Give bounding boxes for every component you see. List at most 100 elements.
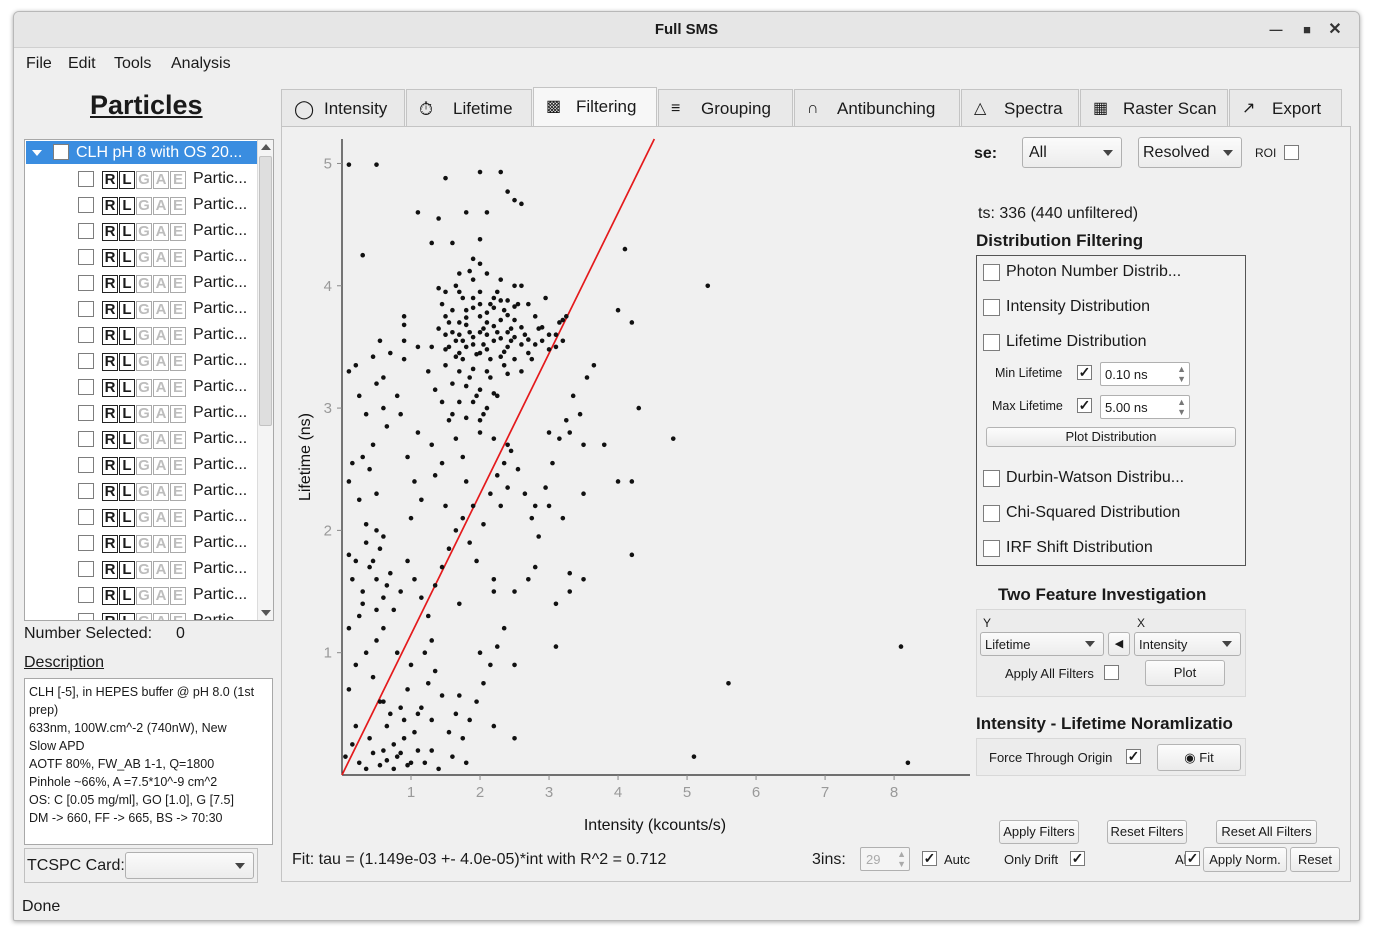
irf-shift-row[interactable]: IRF Shift Distribution: [977, 532, 1245, 567]
irf-shift-checkbox[interactable]: [983, 540, 1000, 557]
particle-row[interactable]: RLGAE Partic...: [25, 245, 257, 271]
apply-all-filters-checkbox[interactable]: [1104, 665, 1119, 680]
scroll-down-icon[interactable]: [261, 610, 271, 616]
lifetime-dist-checkbox[interactable]: [983, 334, 1000, 351]
apply-filters-button[interactable]: Apply Filters: [999, 820, 1079, 844]
plot-distribution-button[interactable]: Plot Distribution: [986, 427, 1236, 447]
lifetime-dist-row[interactable]: Lifetime Distribution Min Lifetime ✓ 0.1…: [977, 326, 1245, 463]
particle-row[interactable]: RLGAE Partic...: [25, 531, 257, 557]
durbin-watson-checkbox[interactable]: [983, 470, 1000, 487]
description-box[interactable]: CLH [-5], in HEPES buffer @ pH 8.0 (1st …: [24, 678, 273, 845]
roi-checkbox[interactable]: [1284, 145, 1299, 160]
maximize-icon[interactable]: ■: [1295, 12, 1319, 48]
spin-up-icon[interactable]: ▲: [1177, 364, 1186, 374]
particle-checkbox[interactable]: [78, 197, 94, 213]
menu-file[interactable]: File: [26, 55, 52, 73]
tree-root-item[interactable]: CLH pH 8 with OS 20...: [26, 141, 257, 164]
particle-checkbox[interactable]: [78, 483, 94, 499]
min-lifetime-spin[interactable]: 0.10 ns ▲ ▼: [1100, 362, 1190, 386]
tab-antibunching[interactable]: ∩ Antibunching: [794, 89, 960, 127]
particle-checkbox[interactable]: [78, 613, 94, 620]
particle-row[interactable]: RLGAE Partic...: [25, 349, 257, 375]
menu-tools[interactable]: Tools: [114, 55, 151, 73]
particle-row[interactable]: RLGAE Partic...: [25, 401, 257, 427]
menu-analysis[interactable]: Analysis: [171, 55, 231, 73]
particle-row[interactable]: RLGAE Partic...: [25, 557, 257, 583]
only-drift-checkbox[interactable]: ✓: [1070, 851, 1085, 866]
particle-row[interactable]: RLGAE Partic...: [25, 453, 257, 479]
auto-bins-checkbox[interactable]: ✓: [922, 851, 937, 866]
root-checkbox[interactable]: [53, 144, 69, 160]
fit-button[interactable]: ◉ Fit: [1157, 744, 1241, 771]
tab-export[interactable]: ↗ Export: [1229, 89, 1342, 127]
use-combo[interactable]: All: [1022, 137, 1122, 168]
mode-combo[interactable]: Resolved: [1138, 137, 1242, 168]
y-feature-combo[interactable]: Lifetime: [980, 632, 1104, 656]
particle-row[interactable]: RLGAE Partic...: [25, 297, 257, 323]
particle-checkbox[interactable]: [78, 353, 94, 369]
max-lifetime-spin[interactable]: 5.00 ns ▲ ▼: [1100, 395, 1190, 419]
particle-checkbox[interactable]: [78, 509, 94, 525]
particle-row[interactable]: RLGAE Partic...: [25, 375, 257, 401]
photon-number-checkbox[interactable]: [983, 264, 1000, 281]
force-origin-checkbox[interactable]: ✓: [1126, 749, 1141, 764]
tab-grouping[interactable]: ≡ Grouping: [658, 89, 793, 127]
particle-checkbox[interactable]: [78, 275, 94, 291]
tab-lifetime[interactable]: ⏱ Lifetime: [406, 89, 532, 127]
particle-checkbox[interactable]: [78, 561, 94, 577]
tab-intensity[interactable]: ◯ Intensity: [281, 89, 405, 127]
minimize-icon[interactable]: —: [1264, 12, 1288, 48]
two-feature-plot-button[interactable]: Plot: [1145, 660, 1225, 686]
particle-row[interactable]: RLGAE Partic...: [25, 167, 257, 193]
spin-up-icon[interactable]: ▲: [1177, 397, 1186, 407]
particle-checkbox[interactable]: [78, 171, 94, 187]
close-icon[interactable]: ✕: [1323, 12, 1347, 48]
all-checkbox[interactable]: ✓: [1185, 851, 1200, 866]
particle-checkbox[interactable]: [78, 405, 94, 421]
particle-checkbox[interactable]: [78, 223, 94, 239]
expand-arrow-icon[interactable]: [32, 150, 42, 156]
scatter-plot[interactable]: 1 2 3 4 5 6 7 8 1 2 3 4 5 Intensity (kcounts/s) Lif…: [282, 127, 972, 837]
min-lifetime-checkbox[interactable]: ✓: [1077, 365, 1092, 380]
particle-row[interactable]: RLGAE Partic...: [25, 323, 257, 349]
spin-down-icon[interactable]: ▼: [1177, 374, 1186, 384]
particle-row[interactable]: RLGAE Partic...: [25, 219, 257, 245]
spin-down-icon[interactable]: ▼: [897, 859, 906, 869]
particle-checkbox[interactable]: [78, 431, 94, 447]
particle-row[interactable]: RLGAE Partic...: [25, 193, 257, 219]
bins-spin[interactable]: 29 ▲ ▼: [860, 847, 910, 871]
particle-row[interactable]: RLGAE Partic...: [25, 609, 257, 620]
reset-button[interactable]: Reset: [1290, 847, 1340, 872]
particle-checkbox[interactable]: [78, 587, 94, 603]
durbin-watson-row[interactable]: Durbin-Watson Distribu...: [977, 462, 1245, 497]
intensity-dist-row[interactable]: Intensity Distribution: [977, 291, 1245, 326]
x-feature-combo[interactable]: Intensity: [1134, 632, 1241, 656]
reset-all-filters-button[interactable]: Reset All Filters: [1216, 820, 1317, 844]
max-lifetime-checkbox[interactable]: ✓: [1077, 398, 1092, 413]
scroll-thumb[interactable]: [259, 156, 272, 426]
tree-scrollbar[interactable]: [257, 140, 273, 620]
particle-checkbox[interactable]: [78, 535, 94, 551]
particle-row[interactable]: RLGAE Partic...: [25, 427, 257, 453]
spin-up-icon[interactable]: ▲: [897, 849, 906, 859]
chi-squared-checkbox[interactable]: [983, 505, 1000, 522]
particle-tree[interactable]: CLH pH 8 with OS 20... R L G A E Partic... R L G…: [24, 139, 274, 621]
tab-raster-scan[interactable]: ▦ Raster Scan: [1080, 89, 1228, 127]
apply-norm-button[interactable]: Apply Norm.: [1203, 847, 1287, 872]
particle-checkbox[interactable]: [78, 327, 94, 343]
menu-edit[interactable]: Edit: [68, 55, 96, 73]
chi-squared-row[interactable]: Chi-Squared Distribution: [977, 497, 1245, 532]
particle-row[interactable]: RLGAE Partic...: [25, 479, 257, 505]
particle-row[interactable]: RLGAE Partic...: [25, 505, 257, 531]
intensity-dist-checkbox[interactable]: [983, 299, 1000, 316]
particle-checkbox[interactable]: [78, 249, 94, 265]
reset-filters-button[interactable]: Reset Filters: [1107, 820, 1187, 844]
scroll-up-icon[interactable]: [261, 144, 271, 150]
tab-filtering[interactable]: ▩ Filtering: [533, 87, 657, 128]
particle-row[interactable]: RLGAE Partic...: [25, 583, 257, 609]
spin-down-icon[interactable]: ▼: [1177, 407, 1186, 417]
particle-row[interactable]: RLGAE Partic...: [25, 271, 257, 297]
particle-checkbox[interactable]: [78, 379, 94, 395]
particle-checkbox[interactable]: [78, 457, 94, 473]
tcspc-combo[interactable]: [125, 852, 254, 879]
